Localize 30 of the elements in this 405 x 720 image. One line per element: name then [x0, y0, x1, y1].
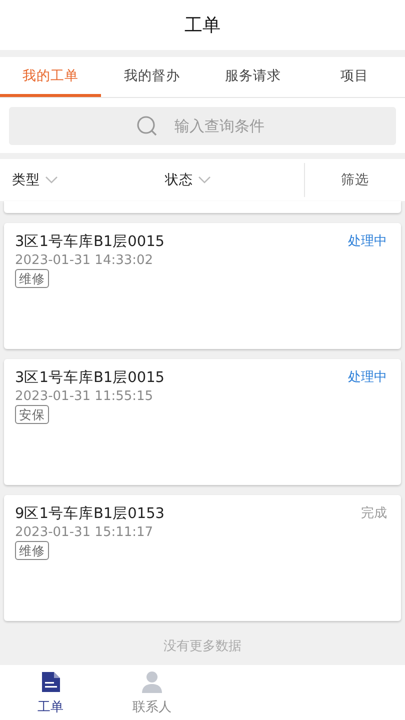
order-title: 9区1号车库B1层0153 — [15, 505, 165, 524]
order-title: 3区1号车库B1层0015 — [15, 233, 165, 252]
chevron-down-icon — [45, 176, 58, 184]
nav-tab[interactable]: 工单 — [0, 665, 102, 720]
order-card[interactable]: 3区1号车库B1层0015 2023-01-31 11:55:15 安保 处理中 — [4, 359, 401, 485]
order-time: 2023-01-31 11:55:15 — [15, 388, 154, 405]
status-label: 完成 — [361, 505, 387, 523]
end-note: 没有更多数据 — [162, 638, 242, 655]
order-time: 2023-01-31 15:11:17 — [15, 524, 154, 541]
tab[interactable]: 项目 — [304, 57, 405, 97]
tab[interactable]: 服务请求 — [202, 57, 304, 97]
order-title: 3区1号车库B1层0015 — [15, 369, 165, 388]
dropdown[interactable]: 状态 — [165, 171, 304, 189]
search-icon — [136, 115, 158, 137]
person-icon — [140, 670, 164, 694]
category-tag: 安保 — [15, 405, 49, 424]
order-time: 2023-01-31 14:33:02 — [15, 252, 154, 269]
filter-button[interactable]: 筛选 — [305, 171, 405, 189]
nav-tab[interactable]: 联系人 — [101, 665, 202, 720]
order-card[interactable]: 9区1号车库B1层0153 2023-01-31 15:11:17 维修 完成 — [4, 495, 401, 621]
search-field[interactable]: 输入查询条件 — [9, 107, 396, 145]
order-card[interactable]: 3区1号车库B1层0015 2023-01-31 14:33:02 维修 处理中 — [4, 223, 401, 349]
tab[interactable]: 我的督办 — [101, 57, 202, 97]
category-tag: 维修 — [15, 269, 49, 288]
dropdown[interactable]: 类型 — [12, 171, 165, 189]
category-tag: 维修 — [15, 541, 49, 560]
page-title: 工单 — [184, 14, 220, 37]
status-label: 处理中 — [348, 233, 387, 251]
chevron-down-icon — [198, 176, 211, 184]
status-label: 处理中 — [348, 369, 387, 387]
